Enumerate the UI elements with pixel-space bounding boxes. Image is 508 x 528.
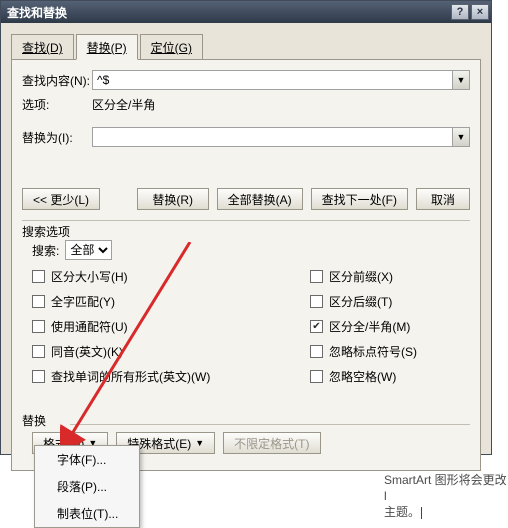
chk-full-half-width[interactable]: ✔区分全/半角(M)	[310, 318, 460, 335]
chk-ignore-space[interactable]: 忽略空格(W)	[310, 368, 460, 385]
find-content-input[interactable]	[93, 71, 452, 89]
replace-all-button[interactable]: 全部替换(A)	[217, 188, 303, 210]
checkbox-icon	[310, 295, 323, 308]
tabs: 查找(D) 替换(P) 定位(G)	[1, 23, 491, 59]
options-label: 选项:	[22, 96, 92, 113]
chk-whole-word[interactable]: 全字匹配(Y)	[32, 293, 310, 310]
replace-with-label: 替换为(I):	[22, 129, 92, 146]
search-scope-label: 搜索:	[32, 242, 59, 259]
no-format-button[interactable]: 不限定格式(T)	[223, 432, 320, 454]
chevron-down-icon: ▼	[195, 438, 204, 448]
tab-replace[interactable]: 替换(P)	[76, 34, 138, 60]
menu-item-paragraph[interactable]: 段落(P)...	[35, 473, 139, 500]
help-button[interactable]: ?	[451, 4, 469, 20]
checkbox-icon: ✔	[310, 320, 323, 333]
replace-button[interactable]: 替换(R)	[137, 188, 209, 210]
checkbox-icon	[32, 320, 45, 333]
chk-match-suffix[interactable]: 区分后缀(T)	[310, 293, 460, 310]
replace-with-dropdown[interactable]: ▼	[452, 128, 469, 146]
action-buttons: << 更少(L) 替换(R) 全部替换(A) 查找下一处(F) 取消	[22, 188, 470, 221]
checkbox-icon	[32, 345, 45, 358]
cancel-button[interactable]: 取消	[416, 188, 470, 210]
tab-find[interactable]: 查找(D)	[11, 34, 74, 60]
search-scope-select[interactable]: 全部	[66, 241, 111, 259]
format-menu: 字体(F)... 段落(P)... 制表位(T)...	[34, 445, 140, 528]
find-replace-dialog: 查找和替换 ? × 查找(D) 替换(P) 定位(G) 查找内容(N): ▼ 选…	[0, 0, 492, 455]
options-value: 区分全/半角	[92, 96, 155, 113]
menu-item-tabs[interactable]: 制表位(T)...	[35, 500, 139, 527]
chk-all-word-forms[interactable]: 查找单词的所有形式(英文)(W)	[32, 368, 310, 385]
dialog-title: 查找和替换	[7, 4, 67, 21]
search-options-label: 搜索选项	[22, 223, 70, 240]
find-content-dropdown[interactable]: ▼	[452, 71, 469, 89]
checkbox-icon	[310, 370, 323, 383]
checkbox-icon	[32, 295, 45, 308]
replace-with-input[interactable]	[93, 128, 452, 146]
find-content-label: 查找内容(N):	[22, 72, 92, 89]
checkbox-icon	[310, 270, 323, 283]
replace-with-combo[interactable]: ▼	[92, 127, 470, 147]
background-doc-text: SmartArt 图形将会更改l 主题。	[384, 472, 508, 520]
chk-wildcards[interactable]: 使用通配符(U)	[32, 318, 310, 335]
search-scope-combo[interactable]: 全部	[65, 240, 112, 260]
tab-panel-replace: 查找内容(N): ▼ 选项: 区分全/半角 替换为(I): ▼ << 更少(L)…	[11, 59, 481, 471]
chk-match-case[interactable]: 区分大小写(H)	[32, 268, 310, 285]
replace-section-label: 替换	[22, 412, 46, 429]
close-button[interactable]: ×	[471, 4, 489, 20]
chk-sounds-like[interactable]: 同音(英文)(K)	[32, 343, 310, 360]
checkbox-icon	[32, 270, 45, 283]
chk-match-prefix[interactable]: 区分前缀(X)	[310, 268, 460, 285]
titlebar: 查找和替换 ? ×	[1, 1, 491, 23]
chk-ignore-punct[interactable]: 忽略标点符号(S)	[310, 343, 460, 360]
find-content-combo[interactable]: ▼	[92, 70, 470, 90]
tab-goto[interactable]: 定位(G)	[140, 34, 203, 60]
less-button[interactable]: << 更少(L)	[22, 188, 100, 210]
checkbox-icon	[32, 370, 45, 383]
menu-item-font[interactable]: 字体(F)...	[35, 446, 139, 473]
checkbox-icon	[310, 345, 323, 358]
find-next-button[interactable]: 查找下一处(F)	[311, 188, 408, 210]
